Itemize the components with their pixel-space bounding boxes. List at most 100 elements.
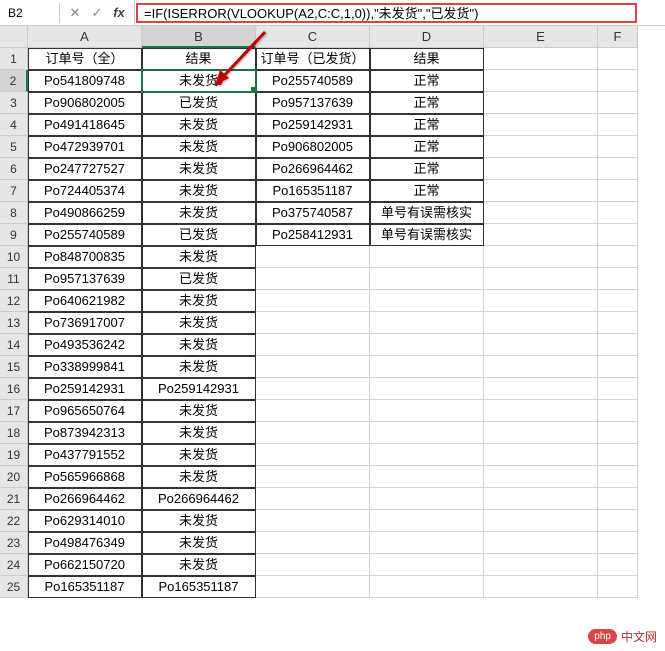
row-header-20[interactable]: 20: [0, 466, 28, 488]
cell-C25[interactable]: [256, 576, 370, 598]
cell-A3[interactable]: Po906802005: [28, 92, 142, 114]
cell-C22[interactable]: [256, 510, 370, 532]
cell-F23[interactable]: [598, 532, 638, 554]
column-header-F[interactable]: F: [598, 26, 638, 48]
cell-D15[interactable]: [370, 356, 484, 378]
cell-B10[interactable]: 未发货: [142, 246, 256, 268]
cell-A12[interactable]: Po640621982: [28, 290, 142, 312]
cell-C13[interactable]: [256, 312, 370, 334]
cell-C23[interactable]: [256, 532, 370, 554]
cancel-icon[interactable]: ✕: [64, 5, 86, 21]
cell-B22[interactable]: 未发货: [142, 510, 256, 532]
cell-D17[interactable]: [370, 400, 484, 422]
cell-B9[interactable]: 已发货: [142, 224, 256, 246]
cell-E2[interactable]: [484, 70, 598, 92]
cell-C16[interactable]: [256, 378, 370, 400]
column-header-C[interactable]: C: [256, 26, 370, 48]
cell-B20[interactable]: 未发货: [142, 466, 256, 488]
column-header-A[interactable]: A: [28, 26, 142, 48]
cell-D5[interactable]: 正常: [370, 136, 484, 158]
cell-A16[interactable]: Po259142931: [28, 378, 142, 400]
cell-F14[interactable]: [598, 334, 638, 356]
cell-B24[interactable]: 未发货: [142, 554, 256, 576]
row-header-18[interactable]: 18: [0, 422, 28, 444]
cell-D21[interactable]: [370, 488, 484, 510]
cell-D19[interactable]: [370, 444, 484, 466]
cell-D18[interactable]: [370, 422, 484, 444]
cell-A23[interactable]: Po498476349: [28, 532, 142, 554]
row-header-15[interactable]: 15: [0, 356, 28, 378]
cell-C10[interactable]: [256, 246, 370, 268]
cell-F3[interactable]: [598, 92, 638, 114]
cell-F4[interactable]: [598, 114, 638, 136]
cell-C2[interactable]: Po255740589: [256, 70, 370, 92]
cell-C18[interactable]: [256, 422, 370, 444]
cell-A2[interactable]: Po541809748: [28, 70, 142, 92]
row-header-22[interactable]: 22: [0, 510, 28, 532]
cell-A17[interactable]: Po965650764: [28, 400, 142, 422]
row-header-7[interactable]: 7: [0, 180, 28, 202]
cell-E9[interactable]: [484, 224, 598, 246]
cell-C5[interactable]: Po906802005: [256, 136, 370, 158]
cell-E14[interactable]: [484, 334, 598, 356]
cell-F21[interactable]: [598, 488, 638, 510]
cell-D22[interactable]: [370, 510, 484, 532]
cell-F2[interactable]: [598, 70, 638, 92]
row-header-12[interactable]: 12: [0, 290, 28, 312]
column-header-E[interactable]: E: [484, 26, 598, 48]
cell-E23[interactable]: [484, 532, 598, 554]
cell-C4[interactable]: Po259142931: [256, 114, 370, 136]
row-header-19[interactable]: 19: [0, 444, 28, 466]
cell-F17[interactable]: [598, 400, 638, 422]
cell-B4[interactable]: 未发货: [142, 114, 256, 136]
cell-A7[interactable]: Po724405374: [28, 180, 142, 202]
cell-F9[interactable]: [598, 224, 638, 246]
cell-E16[interactable]: [484, 378, 598, 400]
row-header-14[interactable]: 14: [0, 334, 28, 356]
cell-A18[interactable]: Po873942313: [28, 422, 142, 444]
row-header-21[interactable]: 21: [0, 488, 28, 510]
row-header-17[interactable]: 17: [0, 400, 28, 422]
cell-D6[interactable]: 正常: [370, 158, 484, 180]
cell-F19[interactable]: [598, 444, 638, 466]
row-header-11[interactable]: 11: [0, 268, 28, 290]
cell-B19[interactable]: 未发货: [142, 444, 256, 466]
row-header-4[interactable]: 4: [0, 114, 28, 136]
cell-A10[interactable]: Po848700835: [28, 246, 142, 268]
cell-F7[interactable]: [598, 180, 638, 202]
cell-D9[interactable]: 单号有误需核实: [370, 224, 484, 246]
cell-D11[interactable]: [370, 268, 484, 290]
row-header-5[interactable]: 5: [0, 136, 28, 158]
cell-B3[interactable]: 已发货: [142, 92, 256, 114]
cell-A6[interactable]: Po247727527: [28, 158, 142, 180]
cell-C14[interactable]: [256, 334, 370, 356]
cell-E15[interactable]: [484, 356, 598, 378]
cell-F10[interactable]: [598, 246, 638, 268]
cell-B5[interactable]: 未发货: [142, 136, 256, 158]
enter-icon[interactable]: ✓: [86, 5, 108, 21]
cell-A8[interactable]: Po490866259: [28, 202, 142, 224]
cell-A11[interactable]: Po957137639: [28, 268, 142, 290]
fx-icon[interactable]: fx: [108, 5, 130, 20]
cell-B21[interactable]: Po266964462: [142, 488, 256, 510]
cell-C3[interactable]: Po957137639: [256, 92, 370, 114]
cell-C17[interactable]: [256, 400, 370, 422]
cell-B23[interactable]: 未发货: [142, 532, 256, 554]
cell-E18[interactable]: [484, 422, 598, 444]
cell-F18[interactable]: [598, 422, 638, 444]
column-header-D[interactable]: D: [370, 26, 484, 48]
cell-D7[interactable]: 正常: [370, 180, 484, 202]
cell-F11[interactable]: [598, 268, 638, 290]
cell-D4[interactable]: 正常: [370, 114, 484, 136]
cell-A19[interactable]: Po437791552: [28, 444, 142, 466]
cell-D20[interactable]: [370, 466, 484, 488]
row-header-9[interactable]: 9: [0, 224, 28, 246]
cell-C24[interactable]: [256, 554, 370, 576]
cell-B14[interactable]: 未发货: [142, 334, 256, 356]
cell-B6[interactable]: 未发货: [142, 158, 256, 180]
cell-E6[interactable]: [484, 158, 598, 180]
cell-C1[interactable]: 订单号（已发货）: [256, 48, 370, 70]
cell-B7[interactable]: 未发货: [142, 180, 256, 202]
select-all-corner[interactable]: [0, 26, 28, 48]
cell-A21[interactable]: Po266964462: [28, 488, 142, 510]
